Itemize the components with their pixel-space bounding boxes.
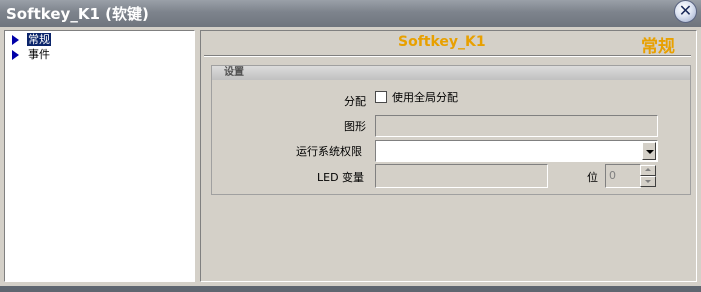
close-icon: ✕ bbox=[678, 1, 693, 20]
bottom-border bbox=[0, 286, 701, 292]
runtime-permission-dropdown[interactable] bbox=[375, 140, 658, 162]
category-heading: 常规 bbox=[641, 37, 675, 57]
chevron-down-icon bbox=[645, 180, 651, 183]
tree-item-label: 常规 bbox=[27, 33, 51, 46]
use-global-assign-label[interactable]: 使用全局分配 bbox=[392, 89, 458, 105]
category-tree: 常规 事件 bbox=[4, 30, 195, 282]
dropdown-button[interactable] bbox=[642, 142, 656, 160]
object-name-title: Softkey_K1 bbox=[398, 34, 486, 50]
led-variable-field[interactable] bbox=[375, 164, 548, 188]
title-divider bbox=[204, 55, 691, 57]
use-global-assign-checkbox[interactable] bbox=[375, 91, 387, 103]
graphic-label: 图形 bbox=[344, 120, 366, 133]
graphic-field[interactable] bbox=[375, 115, 658, 137]
bit-label: 位 bbox=[587, 171, 598, 184]
bit-field[interactable]: 0 bbox=[605, 164, 641, 188]
spin-up-button[interactable] bbox=[640, 165, 656, 176]
assign-label: 分配 bbox=[344, 95, 366, 108]
title-bar[interactable]: Softkey_K1 (软键) ✕ bbox=[0, 0, 701, 27]
settings-group-label: 设置 bbox=[224, 67, 244, 78]
spin-down-button[interactable] bbox=[640, 176, 656, 187]
bit-value: 0 bbox=[609, 169, 616, 182]
tree-item-label: 事件 bbox=[28, 48, 50, 61]
arrow-right-icon bbox=[12, 50, 19, 60]
led-variable-label: LED 变量 bbox=[317, 171, 365, 184]
close-button[interactable]: ✕ bbox=[674, 0, 697, 23]
chevron-down-icon bbox=[646, 150, 654, 154]
runtime-permission-label: 运行系统权限 bbox=[296, 145, 362, 158]
bit-spinner bbox=[640, 165, 656, 187]
arrow-right-icon bbox=[12, 35, 19, 45]
settings-group-header[interactable] bbox=[212, 66, 690, 80]
window-title: Softkey_K1 (软键) bbox=[6, 5, 149, 23]
chevron-up-icon bbox=[645, 168, 651, 171]
softkey-properties-window: Softkey_K1 (软键) ✕ 常规 事件 Softkey_K1 常规 设置… bbox=[0, 0, 701, 292]
